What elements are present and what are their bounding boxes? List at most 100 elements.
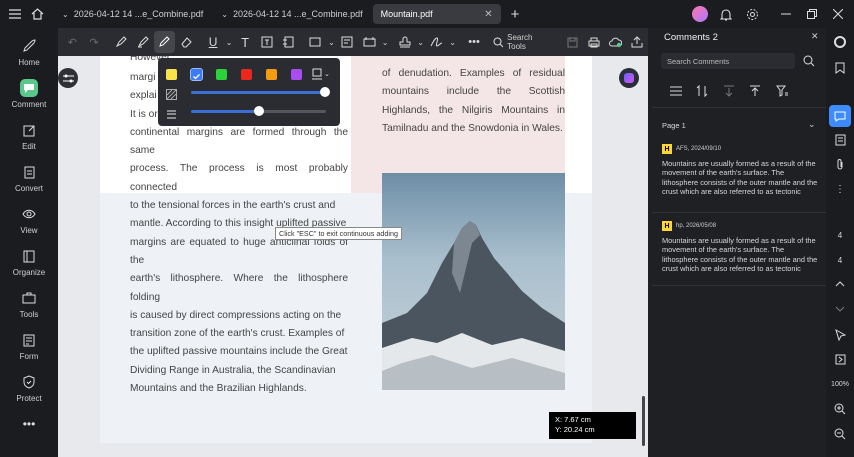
nav-edit[interactable]: Edit: [0, 116, 58, 156]
list-icon[interactable]: [665, 80, 687, 102]
ai-assistant-button[interactable]: [619, 68, 639, 88]
page-group-header[interactable]: Page 1: [662, 121, 686, 130]
gear-icon[interactable]: [740, 3, 764, 25]
opacity-slider[interactable]: [191, 91, 326, 94]
settings-sliders-button[interactable]: [58, 68, 78, 88]
bookmark-icon[interactable]: [829, 57, 851, 79]
search-comments-input[interactable]: Search Comments: [661, 53, 795, 69]
close-panel-icon[interactable]: ✕: [811, 31, 819, 42]
chevron-down-icon[interactable]: ⌄: [448, 31, 457, 53]
nav-comment[interactable]: Comment: [0, 74, 58, 114]
home-icon[interactable]: [26, 3, 48, 25]
restore-icon[interactable]: [800, 3, 824, 25]
tab-document-1[interactable]: ⌄ 2026-04-12 14 ...e_Combine.pdf: [54, 4, 211, 24]
color-swatch-orange[interactable]: [266, 69, 277, 80]
sort-icon[interactable]: [691, 80, 713, 102]
cloud-upload-icon[interactable]: [605, 31, 626, 53]
opacity-slider-handle[interactable]: [320, 87, 330, 97]
chevron-down-icon[interactable]: ⌄: [224, 31, 233, 53]
nav-label: Tools: [19, 310, 39, 319]
more-nav-button[interactable]: •••: [0, 414, 58, 434]
nav-home[interactable]: Home: [0, 32, 58, 72]
eraser-icon[interactable]: [176, 31, 197, 53]
zoom-out-icon[interactable]: [829, 423, 851, 445]
more-icon[interactable]: •••: [464, 31, 485, 53]
chevron-up-icon[interactable]: [829, 273, 851, 295]
area-highlight-icon[interactable]: [132, 31, 153, 53]
minimize-icon[interactable]: [774, 3, 798, 25]
nav-view[interactable]: View: [0, 200, 58, 240]
chevron-down-icon[interactable]: ⌄: [808, 119, 816, 130]
zoom-in-icon[interactable]: [829, 398, 851, 420]
edit-icon: [20, 121, 38, 139]
redo-icon[interactable]: ↷: [84, 31, 105, 53]
more-vertical-icon[interactable]: ⋮: [829, 179, 851, 201]
more-colors-icon[interactable]: ⌄: [312, 67, 332, 81]
thickness-slider-handle[interactable]: [254, 106, 264, 116]
fit-page-icon[interactable]: [829, 348, 851, 370]
color-swatch-green[interactable]: [216, 69, 227, 80]
comment-author: hp, 2026/05/08: [676, 223, 717, 229]
filter-icon[interactable]: [771, 80, 793, 102]
document-view[interactable]: However margi explai It is or continenta…: [58, 56, 648, 457]
comment-item[interactable]: H hp, 2026/05/08 Mountains are usually f…: [662, 221, 822, 274]
thumbnails-icon[interactable]: [829, 129, 851, 151]
expand-all-icon[interactable]: [744, 80, 766, 102]
collapse-all-icon[interactable]: [718, 80, 740, 102]
page-current[interactable]: 4: [829, 224, 851, 246]
nav-tools[interactable]: Tools: [0, 284, 58, 324]
chevron-down-icon[interactable]: [829, 298, 851, 320]
more-icon: •••: [22, 417, 36, 431]
callout-icon[interactable]: [278, 31, 299, 53]
tab-document-2[interactable]: ⌄ 2026-04-12 14 ...e_Combine.pdf: [213, 4, 370, 24]
close-window-icon[interactable]: [826, 3, 850, 25]
chevron-down-icon[interactable]: ⌄: [416, 31, 425, 53]
save-icon[interactable]: [562, 31, 583, 53]
underline-icon[interactable]: U: [203, 31, 224, 53]
rectangle-icon[interactable]: [305, 31, 326, 53]
comment-icon: [20, 79, 38, 97]
nav-protect[interactable]: Protect: [0, 368, 58, 408]
search-tools-button[interactable]: Search Tools: [493, 33, 550, 51]
attachment-icon[interactable]: [829, 154, 851, 176]
comment-tools: [664, 80, 797, 102]
comments-panel-icon[interactable]: [829, 105, 851, 127]
new-tab-button[interactable]: +: [503, 4, 528, 24]
select-cursor-icon[interactable]: [829, 324, 851, 346]
bell-icon[interactable]: [714, 3, 738, 25]
note-icon[interactable]: [337, 31, 358, 53]
nav-form[interactable]: Form: [0, 326, 58, 366]
pencil-properties-popup: ⌄: [158, 58, 340, 126]
color-swatch-blue[interactable]: [190, 68, 203, 81]
signature-icon[interactable]: [426, 31, 447, 53]
thickness-slider[interactable]: [191, 110, 259, 113]
comment-item[interactable]: H AFS, 2024/09/10 Mountains are usually …: [662, 144, 822, 197]
print-icon[interactable]: [584, 31, 605, 53]
search-icon[interactable]: [803, 54, 815, 72]
undo-icon[interactable]: ↶: [62, 31, 83, 53]
menu-icon[interactable]: [4, 3, 26, 25]
nav-convert[interactable]: Convert: [0, 158, 58, 198]
text-line: Dividing Range in Australia, the Scandin…: [130, 364, 336, 376]
ai-logo-icon[interactable]: [829, 31, 851, 53]
pencil-icon[interactable]: [154, 31, 175, 53]
chevron-down-icon[interactable]: ⌄: [327, 31, 336, 53]
close-tab-icon[interactable]: ✕: [484, 9, 492, 20]
area-measure-icon[interactable]: [359, 31, 380, 53]
color-swatch-purple[interactable]: [291, 69, 302, 80]
zoom-level[interactable]: 100%: [829, 373, 851, 395]
avatar[interactable]: [688, 3, 712, 25]
share-icon[interactable]: [627, 31, 648, 53]
nav-label: Form: [19, 352, 39, 361]
highlight-icon[interactable]: [111, 31, 132, 53]
convert-icon: [20, 163, 38, 181]
nav-organize[interactable]: Organize: [0, 242, 58, 282]
stamp-icon[interactable]: [394, 31, 415, 53]
vertical-scrollbar[interactable]: [642, 396, 645, 446]
text-icon[interactable]: T: [235, 31, 256, 53]
chevron-down-icon[interactable]: ⌄: [380, 31, 389, 53]
tab-mountain[interactable]: Mountain.pdf ✕: [372, 4, 501, 24]
color-swatch-red[interactable]: [241, 69, 252, 80]
textbox-icon[interactable]: [256, 31, 277, 53]
color-swatch-yellow[interactable]: [166, 69, 177, 80]
